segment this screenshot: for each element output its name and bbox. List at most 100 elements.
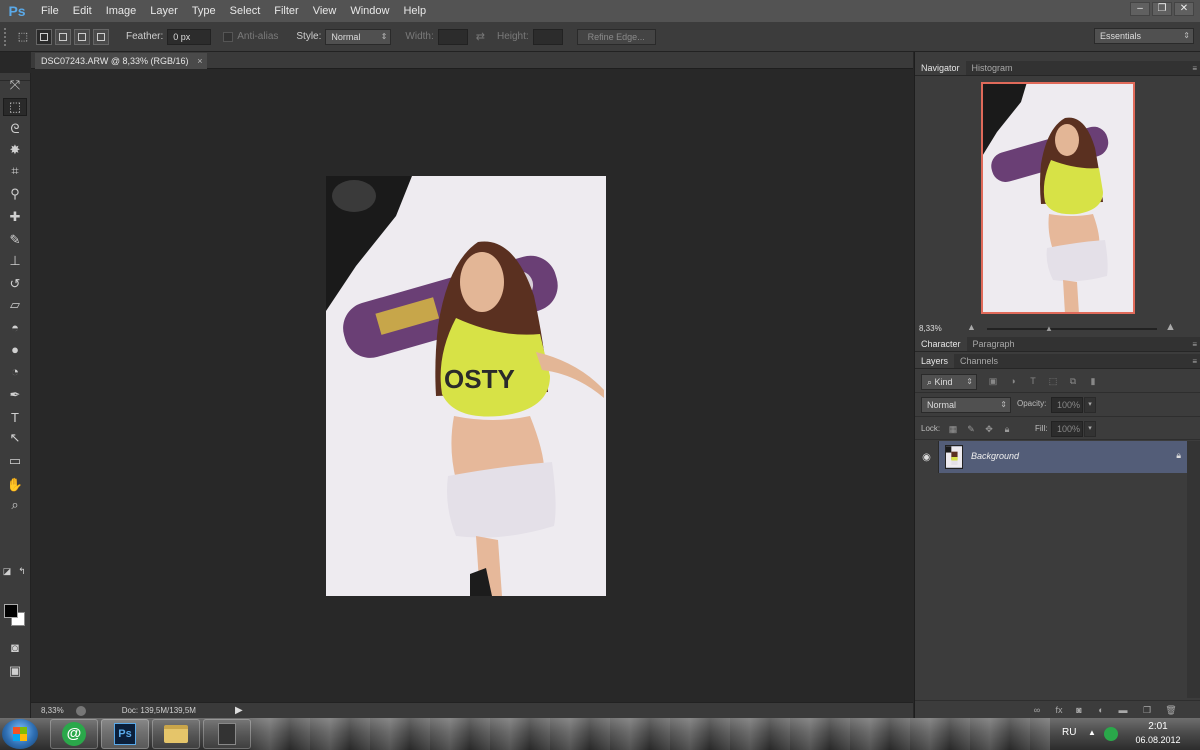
minimize-button[interactable]: – (1130, 2, 1150, 16)
taskbar-camera-app[interactable] (203, 719, 251, 749)
lasso-tool-icon[interactable]: ᘓ (3, 120, 27, 138)
taskbar-photoshop[interactable]: Ps (101, 719, 149, 749)
layer-kind-select[interactable]: ⌕ Kind (921, 374, 977, 390)
screen-mode-icon[interactable]: ▣ (3, 662, 27, 680)
blend-mode-select[interactable]: Normal (921, 397, 1011, 413)
quick-select-tool-icon[interactable]: ✸ (3, 141, 27, 159)
history-brush-tool-icon[interactable]: ↺ (3, 275, 27, 293)
type-filter-icon[interactable]: T (1027, 375, 1039, 387)
add-selection-icon[interactable] (55, 28, 71, 45)
marquee-preset-icon[interactable]: ⬚ (10, 26, 36, 48)
show-hidden-icons-icon[interactable]: ▲ (1088, 728, 1096, 737)
lock-position-icon[interactable]: ✥ (983, 423, 995, 435)
zoom-out-icon[interactable]: ▲ (967, 322, 976, 332)
crop-tool-icon[interactable]: ⌗ (3, 162, 27, 180)
menu-image[interactable]: Image (99, 0, 144, 22)
close-button[interactable]: ✕ (1174, 2, 1194, 16)
menu-type[interactable]: Type (185, 0, 223, 22)
lock-pixels-icon[interactable]: ✎ (965, 423, 977, 435)
clone-stamp-tool-icon[interactable]: ⊥ (3, 252, 27, 270)
restore-button[interactable]: ❐ (1152, 2, 1172, 16)
workspace-select[interactable]: Essentials (1094, 28, 1194, 44)
status-info-icon[interactable] (75, 705, 86, 716)
eraser-tool-icon[interactable]: ▱ (3, 296, 27, 314)
close-tab-icon[interactable]: × (197, 53, 202, 69)
tab-navigator[interactable]: Navigator (915, 61, 966, 75)
layer-row-background[interactable]: ◉ Background 🔒︎ (915, 441, 1187, 473)
width-input[interactable] (437, 28, 468, 45)
menu-filter[interactable]: Filter (267, 0, 305, 22)
pixel-filter-icon[interactable]: ▣ (987, 375, 999, 387)
hand-tool-icon[interactable]: ✋ (3, 476, 27, 494)
navigator-zoom-value[interactable]: 8,33% (919, 324, 942, 333)
menu-edit[interactable]: Edit (66, 0, 99, 22)
document-image[interactable]: OSTY (326, 176, 606, 596)
clock-time[interactable]: 2:01 (1130, 721, 1186, 732)
type-tool-icon[interactable]: T (3, 408, 27, 426)
adjustment-icon[interactable]: ◐ (1095, 704, 1107, 716)
refine-edge-button[interactable]: Refine Edge... (576, 28, 656, 45)
menu-file[interactable]: File (34, 0, 66, 22)
taskbar-explorer[interactable] (152, 719, 200, 749)
healing-brush-tool-icon[interactable]: ✚ (3, 208, 27, 226)
link-icon[interactable]: ∞ (1031, 704, 1043, 716)
language-indicator[interactable]: RU (1062, 727, 1076, 738)
opacity-dropdown-icon[interactable]: ▾ (1084, 397, 1096, 413)
swap-dimensions-icon[interactable]: ⇄ (476, 30, 485, 43)
status-menu-arrow-icon[interactable]: ▶ (235, 705, 243, 716)
subtract-selection-icon[interactable] (74, 28, 90, 45)
tab-channels[interactable]: Channels (954, 354, 1004, 368)
filter-toggle-icon[interactable]: ▮ (1087, 375, 1099, 387)
quick-mask-icon[interactable]: ◙ (3, 638, 27, 656)
path-select-tool-icon[interactable]: ↖ (3, 429, 27, 447)
blur-tool-icon[interactable]: ● (3, 340, 27, 358)
swap-colors-icon[interactable]: ↰ (17, 562, 27, 580)
adjustment-filter-icon[interactable]: ◑ (1007, 375, 1019, 387)
opacity-input[interactable]: 100% (1051, 397, 1083, 413)
marquee-tool-icon[interactable]: ⬚ (3, 98, 27, 116)
smart-object-filter-icon[interactable]: ⧉ (1067, 375, 1079, 387)
shape-filter-icon[interactable]: ⬚ (1047, 375, 1059, 387)
rectangle-tool-icon[interactable]: ▭ (3, 452, 27, 470)
new-selection-icon[interactable] (36, 28, 52, 45)
pen-tool-icon[interactable]: ✒ (3, 386, 27, 404)
default-colors-icon[interactable]: ◪ (2, 562, 12, 580)
status-zoom[interactable]: 8,33% (41, 706, 64, 715)
height-input[interactable] (532, 28, 563, 45)
navigator-menu-icon[interactable]: ≡ (1192, 61, 1197, 76)
zoom-slider-knob[interactable]: ▲ (1045, 324, 1053, 333)
clock-date[interactable]: 06.08.2012 (1130, 735, 1186, 745)
fx-icon[interactable]: fx (1053, 704, 1065, 716)
style-select[interactable]: Normal (325, 28, 392, 45)
new-layer-icon[interactable]: ❐ (1141, 704, 1153, 716)
group-icon[interactable]: ▬ (1117, 704, 1129, 716)
intersect-selection-icon[interactable] (93, 28, 109, 45)
tab-character[interactable]: Character (915, 337, 967, 351)
zoom-tool-icon[interactable]: ⌕ (3, 496, 27, 514)
layers-menu-icon[interactable]: ≡ (1192, 354, 1197, 369)
layers-scrollbar[interactable] (1187, 441, 1200, 698)
tab-paragraph[interactable]: Paragraph (967, 337, 1021, 351)
fill-dropdown-icon[interactable]: ▾ (1084, 421, 1096, 437)
tab-layers[interactable]: Layers (915, 354, 955, 368)
taskbar-mail-agent[interactable]: @ (50, 719, 98, 749)
mask-icon[interactable]: ◙ (1073, 704, 1085, 716)
start-button[interactable] (2, 719, 38, 749)
zoom-in-icon[interactable]: ▲ (1165, 321, 1176, 333)
foreground-color-swatch[interactable] (4, 604, 18, 618)
canvas-area[interactable]: OSTY (31, 70, 913, 702)
character-menu-icon[interactable]: ≡ (1192, 337, 1197, 352)
navigator-zoom-slider[interactable]: ▲ (987, 324, 1157, 333)
move-tool-icon[interactable]: ⤧ (3, 76, 27, 94)
menu-select[interactable]: Select (223, 0, 268, 22)
brush-tool-icon[interactable]: ✎ (3, 231, 27, 249)
trash-icon[interactable]: 🗑︎ (1165, 704, 1177, 716)
anti-alias-checkbox[interactable] (223, 31, 234, 42)
dodge-tool-icon[interactable]: ◔ (3, 362, 27, 380)
fill-input[interactable]: 100% (1051, 421, 1083, 437)
visibility-eye-icon[interactable]: ◉ (915, 441, 939, 473)
eyedropper-tool-icon[interactable]: ⚲ (3, 185, 27, 203)
menu-window[interactable]: Window (343, 0, 396, 22)
layer-name[interactable]: Background (971, 451, 1019, 461)
feather-input[interactable]: 0 px (167, 28, 212, 45)
